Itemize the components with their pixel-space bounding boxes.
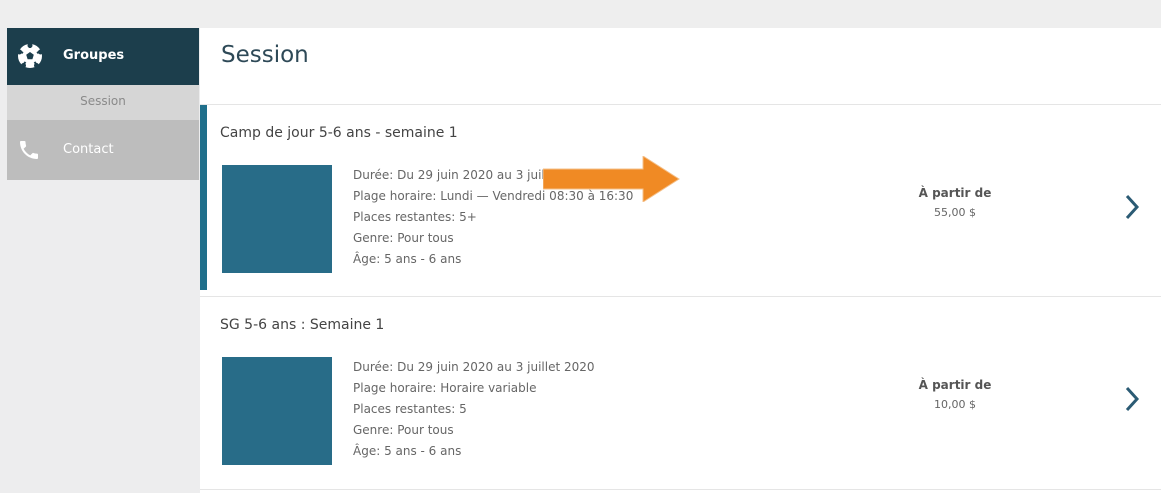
- sidebar-item-groupes[interactable]: Groupes: [7, 28, 199, 85]
- sidebar-subitem-label: Session: [80, 94, 126, 108]
- session-places: Places restantes: 5+: [353, 210, 477, 224]
- session-thumbnail: [222, 357, 332, 465]
- sidebar-item-contact[interactable]: Contact: [7, 120, 199, 180]
- session-schedule: Plage horaire: Horaire variable: [353, 381, 537, 395]
- orange-arrow-annotation: [543, 156, 680, 202]
- soccer-ball-icon: [17, 43, 43, 68]
- session-duration: Durée: Du 29 juin 2020 au 3 juillet 2020: [353, 360, 595, 374]
- session-places: Places restantes: 5: [353, 402, 467, 416]
- price-amount: 10,00 $: [934, 398, 976, 411]
- session-title: SG 5-6 ans : Semaine 1: [220, 317, 385, 333]
- price-label: À partir de: [918, 378, 992, 392]
- selection-accent: [200, 105, 207, 290]
- session-age: Âge: 5 ans - 6 ans: [353, 444, 462, 458]
- session-gender: Genre: Pour tous: [353, 423, 454, 437]
- top-bar: [0, 0, 1161, 28]
- session-thumbnail: [222, 165, 332, 273]
- session-gender: Genre: Pour tous: [353, 231, 454, 245]
- session-details: Durée: Du 29 juin 2020 au 3 juillet 2020…: [353, 357, 595, 462]
- sidebar-item-label: Contact: [63, 142, 114, 157]
- price-amount: 55,00 $: [934, 206, 976, 219]
- chevron-right-icon[interactable]: [1123, 385, 1141, 413]
- session-card[interactable]: SG 5-6 ans : Semaine 1 Durée: Du 29 juin…: [200, 297, 1161, 489]
- chevron-right-icon[interactable]: [1123, 193, 1141, 221]
- session-age: Âge: 5 ans - 6 ans: [353, 252, 462, 266]
- page-title: Session: [221, 42, 309, 68]
- sidebar-subitem-session[interactable]: Session: [7, 85, 199, 120]
- sidebar: Groupes Session Contact: [7, 28, 199, 180]
- session-title: Camp de jour 5-6 ans - semaine 1: [220, 125, 458, 141]
- divider: [200, 489, 1161, 490]
- session-price: À partir de 55,00 $: [880, 183, 1030, 223]
- session-price: À partir de 10,00 $: [880, 375, 1030, 415]
- sidebar-item-label: Groupes: [63, 48, 125, 63]
- main-content: Session Camp de jour 5-6 ans - semaine 1…: [200, 28, 1161, 493]
- phone-icon: [20, 141, 38, 159]
- price-label: À partir de: [918, 186, 992, 200]
